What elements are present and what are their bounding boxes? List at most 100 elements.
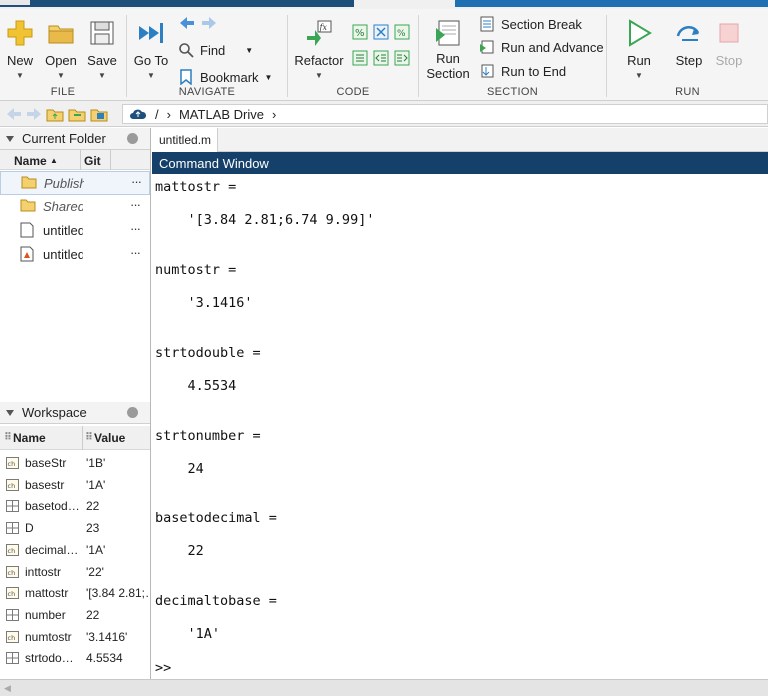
step-button[interactable]: Step <box>669 16 709 80</box>
workspace-variable-row[interactable]: D 23 <box>0 517 150 539</box>
up-folder-icon[interactable] <box>46 106 64 122</box>
run-section-button[interactable]: Run Section <box>425 16 471 81</box>
command-output-label: strtodouble = <box>155 345 261 361</box>
char-variable-icon: ch <box>6 630 19 643</box>
back-arrow-icon[interactable] <box>179 16 195 30</box>
variable-name: strtodo… <box>25 651 74 666</box>
command-prompt[interactable]: >> <box>155 660 171 676</box>
run-button[interactable]: Run ▼ <box>619 16 659 80</box>
smart-indent-icon[interactable] <box>352 50 368 66</box>
browse-folder-icon[interactable] <box>68 106 86 122</box>
comment-percent-icon[interactable]: % <box>352 24 368 40</box>
workspace-variable-row[interactable]: ch inttostr '22' <box>0 561 150 583</box>
column-name[interactable]: Name <box>14 154 47 168</box>
wrap-comments-icon[interactable]: % <box>394 24 410 40</box>
more-actions-icon[interactable]: ··· <box>130 197 141 212</box>
save-disk-icon <box>90 21 114 45</box>
command-window[interactable]: mattostr = '[3.84 2.81;6.74 9.99]' numtos… <box>152 174 768 678</box>
char-variable-icon: ch <box>6 478 19 491</box>
column-git[interactable]: Git <box>84 154 101 168</box>
cloud-drive-icon <box>130 109 147 119</box>
workspace-variable-row[interactable]: ch numtostr '3.1416' <box>0 626 150 648</box>
folder-item[interactable]: untitled ··· <box>0 243 150 267</box>
workspace-variable-row[interactable]: basetod… 22 <box>0 495 150 517</box>
open-button[interactable]: Open ▼ <box>41 16 81 80</box>
status-bar: ◀ <box>0 679 768 696</box>
save-button[interactable]: Save ▼ <box>82 16 122 80</box>
bookmark-icon <box>180 69 192 85</box>
find-button[interactable]: Find ▼ <box>178 40 253 60</box>
workspace-variable-row[interactable]: number 22 <box>0 604 150 626</box>
folder-item[interactable]: Publish ··· <box>0 171 150 195</box>
uncomment-icon[interactable] <box>373 24 389 40</box>
new-button[interactable]: New ▼ <box>0 16 40 80</box>
drag-handle-icon[interactable]: ⠿ <box>4 432 12 443</box>
editor-tab[interactable]: untitled.m <box>152 128 218 152</box>
workspace-variable-row[interactable]: strtodo… 4.5534 <box>0 647 150 669</box>
left-pane: Current Folder Name ▲ Git Publish ··· Shar… <box>0 128 151 696</box>
scroll-left-icon[interactable]: ◀ <box>4 683 11 694</box>
more-actions-icon[interactable]: ··· <box>130 245 141 260</box>
variable-name: numtostr <box>25 629 72 644</box>
forward-arrow-icon[interactable] <box>201 16 217 30</box>
workspace-variable-row[interactable]: ch baseStr '1B' <box>0 452 150 474</box>
variable-name: inttostr <box>25 564 62 579</box>
run-to-end-icon <box>481 64 494 78</box>
section-break-button[interactable]: Section Break <box>479 14 582 34</box>
svg-text:fx: fx <box>319 23 328 32</box>
refactor-button[interactable]: fx Refactor ▼ <box>294 16 344 80</box>
folder-icon <box>21 176 37 189</box>
divider <box>110 150 111 170</box>
variable-value: 22 <box>86 499 100 514</box>
path-folder[interactable]: MATLAB Drive <box>179 107 264 122</box>
bookmark-button[interactable]: Bookmark ▼ <box>178 67 272 87</box>
variable-value: '22' <box>86 564 104 579</box>
column-name[interactable]: Name <box>13 431 46 445</box>
run-to-end-button[interactable]: Run to End <box>479 61 566 81</box>
forward-arrow-icon[interactable] <box>26 107 42 121</box>
variable-name: basetod… <box>25 499 80 514</box>
current-folder-header[interactable]: Current Folder <box>0 128 150 150</box>
numeric-variable-icon <box>6 652 19 665</box>
code-group-label: CODE <box>336 86 370 98</box>
magnifier-icon <box>179 43 194 58</box>
folder-item[interactable]: untitled ··· <box>0 219 150 243</box>
panel-options-icon[interactable] <box>127 133 138 144</box>
run-play-icon <box>629 19 652 47</box>
back-arrow-icon[interactable] <box>6 107 22 121</box>
code-group: fx Refactor ▼ % % CODE <box>288 14 418 100</box>
decrease-indent-icon[interactable] <box>373 50 389 66</box>
run-and-advance-icon <box>480 40 494 54</box>
toolstrip-ribbon: New ▼ Open ▼ Save ▼ FILE Go To ▼ Find ▼ … <box>0 9 768 101</box>
run-and-advance-button[interactable]: Run and Advance <box>479 37 604 57</box>
workspace-variable-row[interactable]: ch basestr '1A' <box>0 474 150 496</box>
increase-indent-icon[interactable] <box>394 50 410 66</box>
folder-item[interactable]: Shared ··· <box>0 195 150 219</box>
folder-item-name: untitled <box>43 223 83 238</box>
column-value[interactable]: Value <box>94 431 125 445</box>
more-actions-icon[interactable]: ··· <box>131 174 142 189</box>
more-actions-icon[interactable]: ··· <box>130 221 141 236</box>
variable-name: decimal… <box>25 542 79 557</box>
chevron-down-icon: ▼ <box>98 71 106 80</box>
goto-button[interactable]: Go To ▼ <box>131 16 171 80</box>
collapse-triangle-icon[interactable] <box>6 135 14 143</box>
variable-name: mattostr <box>25 586 69 601</box>
open-label: Open <box>45 53 77 68</box>
drag-handle-icon[interactable]: ⠿ <box>85 432 93 443</box>
path-field[interactable]: / › MATLAB Drive › <box>122 104 768 124</box>
command-output-value: '[3.84 2.81;6.74 9.99]' <box>155 212 375 228</box>
browse-image-icon[interactable] <box>90 106 108 122</box>
panel-options-icon[interactable] <box>127 407 138 418</box>
stop-button[interactable]: Stop <box>709 16 749 80</box>
sort-up-icon: ▲ <box>50 156 58 165</box>
workspace-variable-row[interactable]: ch decimal… '1A' <box>0 539 150 561</box>
numeric-variable-icon <box>6 608 19 621</box>
workspace-variable-row[interactable]: ch mattostr '[3.84 2.81;… <box>0 582 150 604</box>
refactor-fx-icon: fx <box>307 20 332 46</box>
collapse-triangle-icon[interactable] <box>6 409 14 417</box>
stop-icon <box>719 23 739 43</box>
bookmark-label: Bookmark <box>200 69 259 85</box>
workspace-header[interactable]: Workspace <box>0 402 150 424</box>
path-root[interactable]: / <box>155 107 159 122</box>
